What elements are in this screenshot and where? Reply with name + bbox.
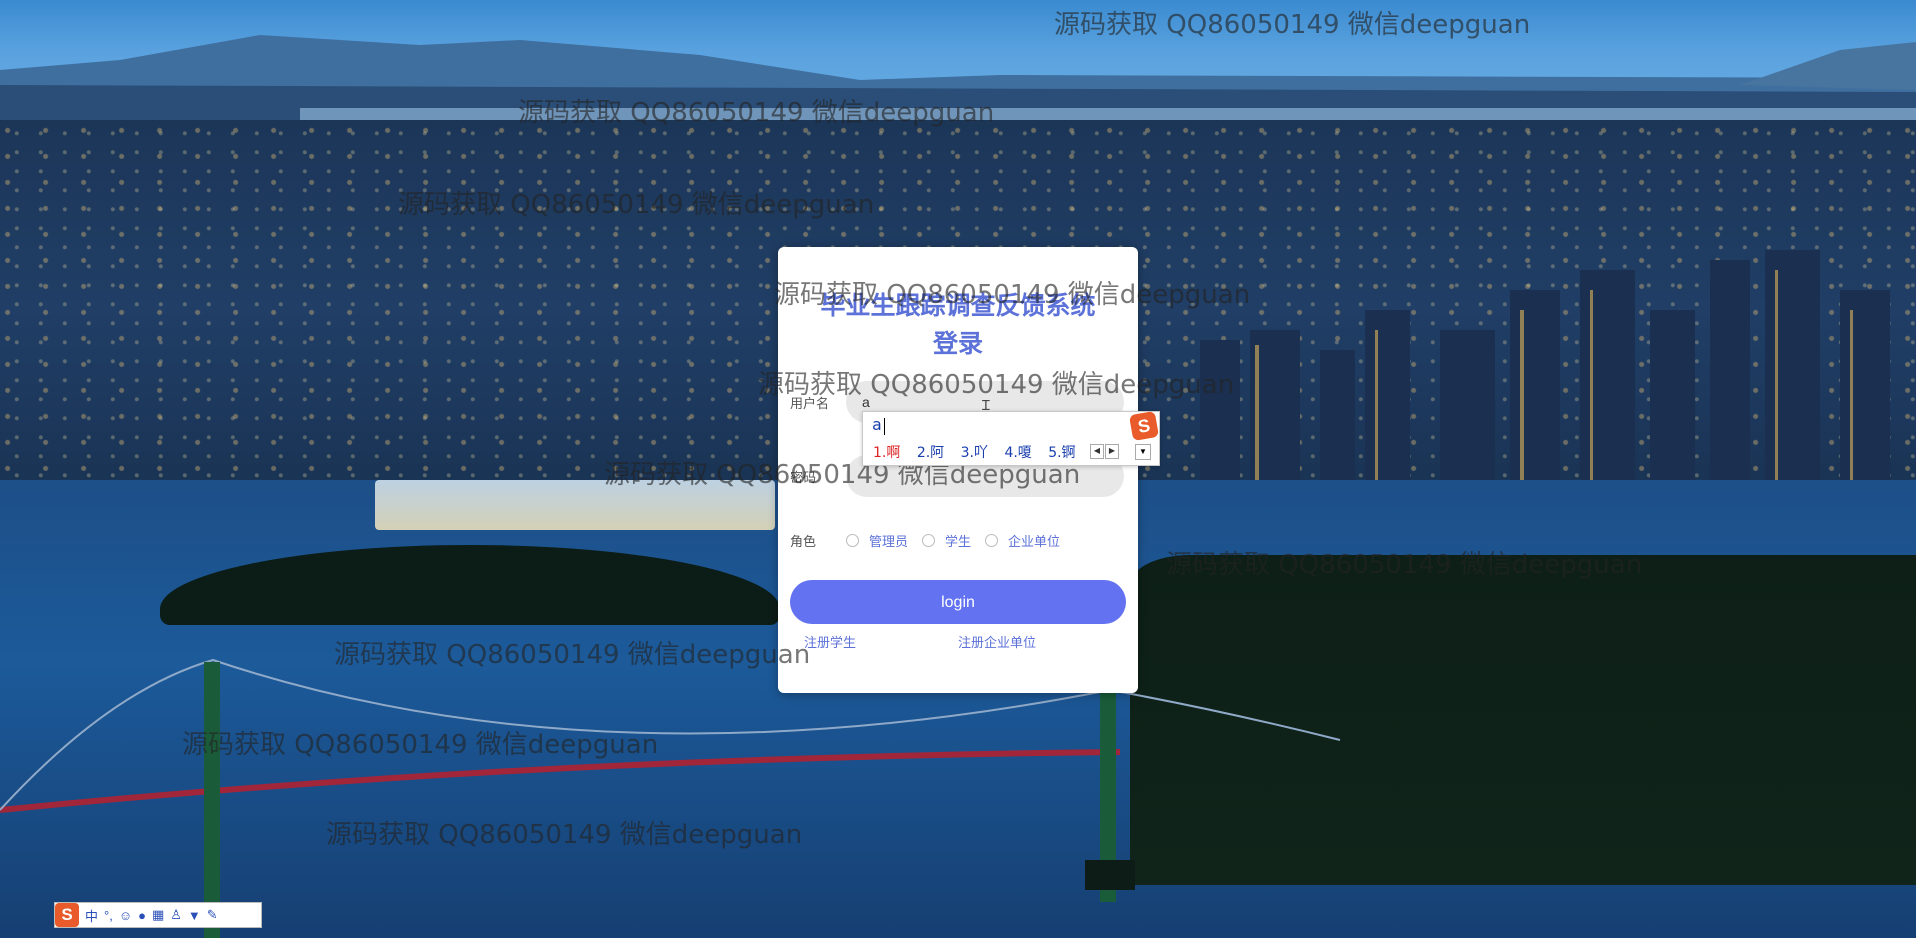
login-button[interactable]: login xyxy=(790,580,1126,624)
text-cursor-icon: Ɪ xyxy=(982,397,990,413)
ime-candidate[interactable]: 1.啊 xyxy=(873,445,900,461)
role-company-radio[interactable]: 企业单位 xyxy=(985,531,1060,550)
microphone-icon[interactable]: ● xyxy=(138,908,146,923)
harbour-terminal xyxy=(375,480,775,530)
login-card: 毕业生跟踪调查反馈系统 登录 用户名 密码 角色 管理员 学生 企业单位 log… xyxy=(778,247,1138,693)
register-student-link[interactable]: 注册学生 xyxy=(804,632,856,651)
role-group: 角色 管理员 学生 企业单位 xyxy=(790,531,1060,550)
ime-candidate[interactable]: 2.阿 xyxy=(917,445,944,461)
password-label: 密码 xyxy=(790,470,817,485)
role-label: 角色 xyxy=(790,534,817,549)
ime-next-page-icon[interactable]: ▶ xyxy=(1105,444,1119,459)
skin-shirt-icon[interactable]: ▼ xyxy=(188,908,201,923)
ime-composition: a xyxy=(872,415,882,434)
punctuation-icon[interactable]: °, xyxy=(104,908,113,923)
ime-candidate-popup: a S 1.啊 2.阿 3.吖 4.嗄 5.锕 ◀ ▶ ▼ xyxy=(862,410,1160,466)
user-icon[interactable]: ♙ xyxy=(170,907,182,923)
ime-mode-toggle[interactable]: 中 xyxy=(85,906,98,925)
emoji-icon[interactable]: ☺ xyxy=(119,908,132,923)
ime-caret xyxy=(884,418,885,435)
title-line-2: 登录 xyxy=(932,330,983,358)
role-admin-label: 管理员 xyxy=(869,534,909,549)
title-line-1: 毕业生跟踪调查反馈系统 xyxy=(820,292,1096,320)
tools-wrench-icon[interactable]: ✎ xyxy=(207,907,218,923)
sogou-logo-icon: S xyxy=(1128,410,1160,442)
radio-circle[interactable] xyxy=(922,534,936,547)
ime-candidate[interactable]: 3.吖 xyxy=(961,445,988,461)
register-company-link[interactable]: 注册企业单位 xyxy=(958,632,1036,651)
ime-candidate-list: 1.啊 2.阿 3.吖 4.嗄 5.锕 xyxy=(873,442,1088,462)
ime-prev-page-icon[interactable]: ◀ xyxy=(1090,444,1104,459)
role-company-label: 企业单位 xyxy=(1008,534,1061,549)
ime-candidate[interactable]: 4.嗄 xyxy=(1004,445,1031,461)
role-student-label: 学生 xyxy=(945,534,972,549)
role-student-radio[interactable]: 学生 xyxy=(922,531,971,550)
role-admin-radio[interactable]: 管理员 xyxy=(846,531,908,550)
ime-candidate[interactable]: 5.锕 xyxy=(1048,445,1075,461)
page-title: 毕业生跟踪调查反馈系统 登录 xyxy=(778,287,1138,363)
ime-expand-icon[interactable]: ▼ xyxy=(1135,444,1151,460)
ime-status-bar: S 中 °, ☺ ● ▦ ♙ ▼ ✎ xyxy=(54,902,262,928)
sogou-logo-icon[interactable]: S xyxy=(55,903,79,927)
keyboard-icon[interactable]: ▦ xyxy=(152,907,164,923)
radio-circle[interactable] xyxy=(985,534,999,547)
radio-circle[interactable] xyxy=(846,534,860,547)
suspension-bridge xyxy=(0,658,1341,938)
ime-page-nav: ◀ ▶ xyxy=(1090,444,1119,459)
username-label: 用户名 xyxy=(790,396,830,411)
